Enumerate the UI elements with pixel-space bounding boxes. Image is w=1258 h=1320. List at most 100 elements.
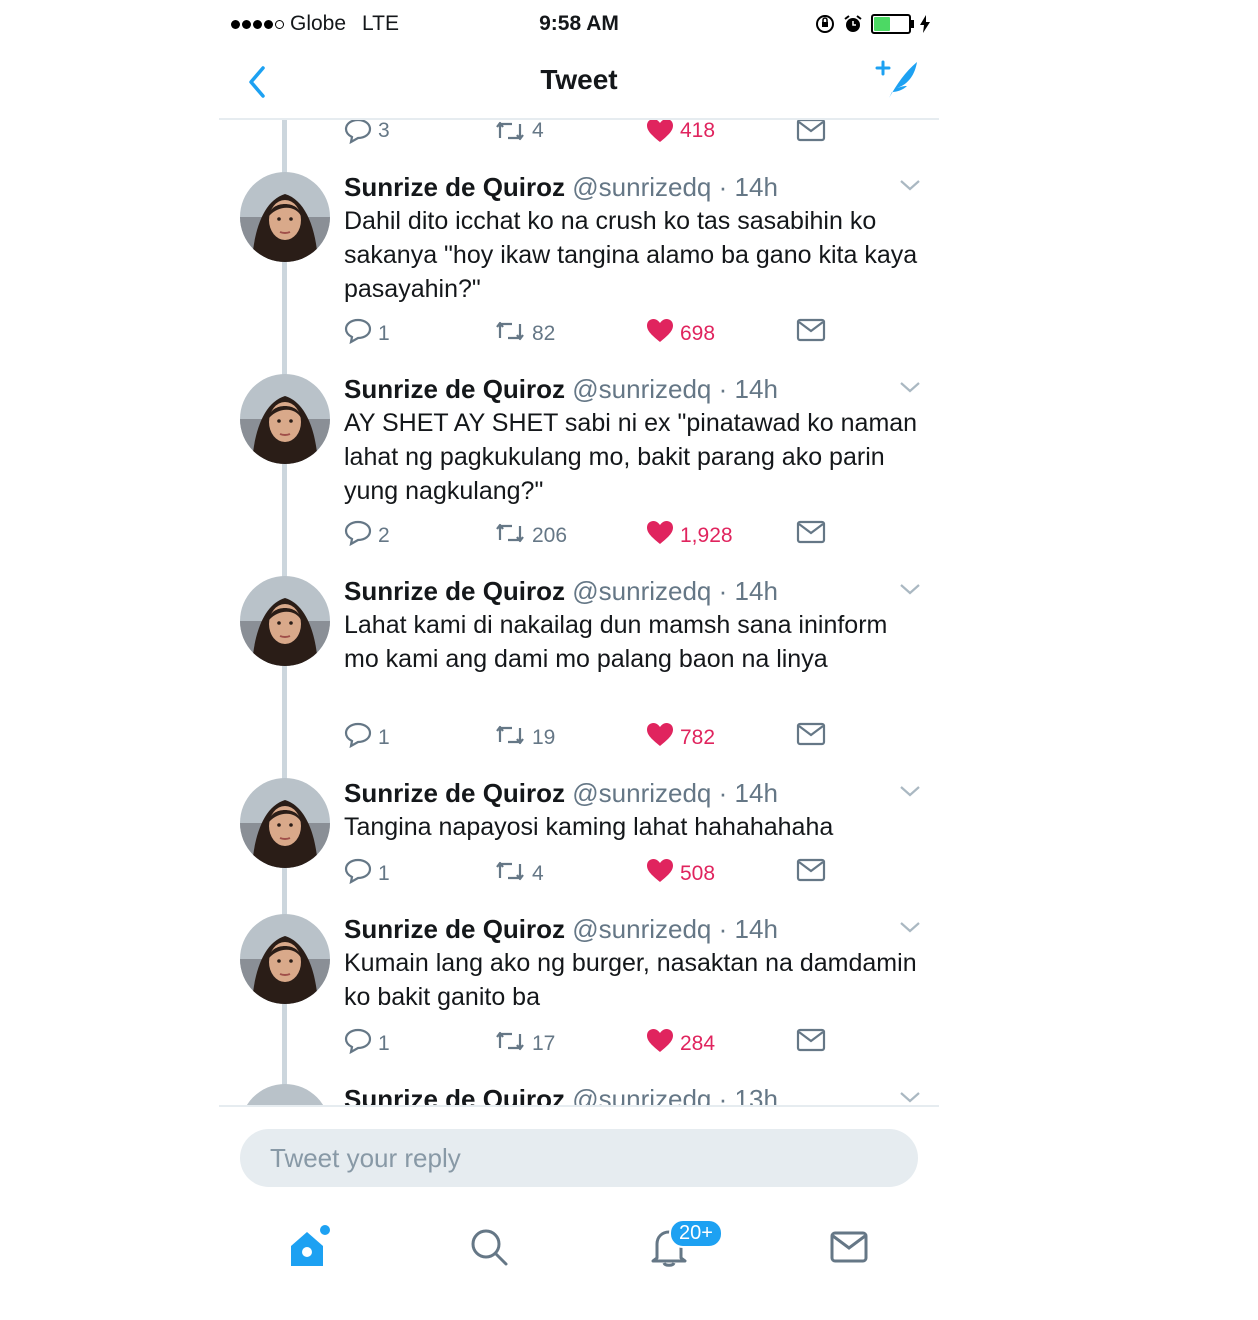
tab-home[interactable] [279, 1217, 339, 1277]
like-count: 508 [680, 862, 716, 885]
tweet-actions: 1 82 698 [344, 318, 844, 348]
reply-icon [344, 722, 372, 754]
like-count: 698 [680, 322, 716, 345]
retweet-button[interactable]: 4 [494, 120, 544, 144]
tweet-text: AY SHET AY SHET sabi ni ex "pinatawad ko… [344, 409, 918, 505]
tweet-header: Sunrize de Quiroz @sunrizedq · 14h [344, 914, 778, 945]
tweet-time: · 14h [718, 576, 778, 606]
reply-icon [344, 120, 372, 144]
retweet-icon [494, 318, 526, 350]
author-name[interactable]: Sunrize de Quiroz [344, 374, 565, 404]
tweet-text: Kumain lang ako ng burger, nasaktan na d… [344, 949, 917, 1011]
retweet-button[interactable]: 82 [494, 318, 555, 350]
chevron-down-icon[interactable] [899, 1090, 921, 1105]
direct-message-button[interactable] [796, 722, 826, 752]
page-title: Tweet [540, 64, 618, 95]
like-button[interactable]: 782 [646, 722, 715, 754]
avatar[interactable] [240, 1084, 330, 1105]
chevron-down-icon[interactable] [899, 784, 921, 803]
reply-count: 1 [378, 862, 390, 885]
author-handle[interactable]: @sunrizedq [572, 1084, 711, 1105]
envelope-icon [796, 1028, 826, 1058]
reply-icon [344, 318, 372, 350]
author-handle[interactable]: @sunrizedq [572, 914, 711, 944]
envelope-icon [796, 318, 826, 348]
tweet-actions: 1 4 508 [344, 858, 844, 888]
avatar[interactable] [240, 576, 330, 666]
retweet-icon [494, 858, 526, 890]
author-name[interactable]: Sunrize de Quiroz [344, 914, 565, 944]
like-count: 418 [680, 120, 716, 142]
author-handle[interactable]: @sunrizedq [572, 172, 711, 202]
avatar[interactable] [240, 778, 330, 868]
reply-input[interactable] [240, 1129, 918, 1187]
tab-search[interactable] [459, 1217, 519, 1277]
search-icon [471, 1229, 508, 1266]
like-count: 782 [680, 726, 716, 749]
tweet-time: · 14h [718, 374, 778, 404]
direct-message-button[interactable] [796, 520, 826, 550]
tweet-time: · 14h [718, 778, 778, 808]
tab-messages[interactable] [819, 1217, 879, 1277]
direct-message-button[interactable] [796, 120, 826, 142]
reply-button[interactable]: 1 [344, 722, 390, 754]
reply-icon [344, 1028, 372, 1060]
chevron-down-icon[interactable] [899, 920, 921, 939]
envelope-icon [796, 722, 826, 752]
tweet-actions: 1 19 782 [344, 722, 844, 752]
author-handle[interactable]: @sunrizedq [572, 374, 711, 404]
nav-bar: Tweet [219, 52, 939, 120]
tweet-text: Lahat kami di nakailag dun mamsh sana in… [344, 611, 888, 673]
retweet-button[interactable]: 17 [494, 1028, 555, 1060]
heart-icon [646, 722, 674, 754]
author-name[interactable]: Sunrize de Quiroz [344, 172, 565, 202]
like-button[interactable]: 508 [646, 858, 715, 890]
envelope-icon [830, 1231, 868, 1263]
avatar[interactable] [240, 914, 330, 1004]
direct-message-button[interactable] [796, 318, 826, 348]
tweet-time: · 14h [718, 172, 778, 202]
heart-icon [646, 858, 674, 890]
like-count: 284 [680, 1032, 716, 1055]
direct-message-button[interactable] [796, 858, 826, 888]
reply-button[interactable]: 2 [344, 520, 390, 552]
reply-button[interactable]: 1 [344, 858, 390, 890]
retweet-count: 4 [532, 862, 544, 885]
chevron-down-icon[interactable] [899, 178, 921, 197]
direct-message-button[interactable] [796, 1028, 826, 1058]
tweet-actions: 1 17 284 [344, 1028, 844, 1058]
envelope-icon [796, 858, 826, 888]
retweet-count: 19 [532, 726, 556, 749]
author-handle[interactable]: @sunrizedq [572, 778, 711, 808]
retweet-button[interactable]: 4 [494, 858, 544, 890]
tweet-thread[interactable]: 3 4 418 Sunrize de Quiroz @sunrizedq · 1… [219, 120, 939, 1105]
compose-tweet-icon[interactable] [875, 58, 921, 102]
author-name[interactable]: Sunrize de Quiroz [344, 1084, 565, 1105]
tweet-header: Sunrize de Quiroz @sunrizedq · 14h [344, 576, 778, 607]
avatar[interactable] [240, 374, 330, 464]
chevron-down-icon[interactable] [899, 582, 921, 601]
reply-button[interactable]: 1 [344, 1028, 390, 1060]
reply-button[interactable]: 1 [344, 318, 390, 350]
author-name[interactable]: Sunrize de Quiroz [344, 576, 565, 606]
chevron-down-icon[interactable] [899, 380, 921, 399]
like-button[interactable]: 418 [646, 120, 715, 144]
charging-bolt-icon [920, 15, 930, 33]
author-handle[interactable]: @sunrizedq [572, 576, 711, 606]
retweet-count: 4 [532, 120, 544, 142]
orientation-lock-icon [816, 15, 834, 33]
like-button[interactable]: 284 [646, 1028, 715, 1060]
retweet-button[interactable]: 19 [494, 722, 555, 754]
reply-icon [344, 858, 372, 890]
envelope-icon [796, 520, 826, 550]
alarm-icon [844, 15, 862, 32]
retweet-icon [494, 722, 526, 754]
like-button[interactable]: 1,928 [646, 520, 733, 552]
status-right [815, 14, 931, 34]
retweet-button[interactable]: 206 [494, 520, 567, 552]
tweet-header: Sunrize de Quiroz @sunrizedq · 13h [344, 1084, 778, 1105]
avatar[interactable] [240, 172, 330, 262]
reply-button[interactable]: 3 [344, 120, 390, 144]
author-name[interactable]: Sunrize de Quiroz [344, 778, 565, 808]
like-button[interactable]: 698 [646, 318, 715, 350]
